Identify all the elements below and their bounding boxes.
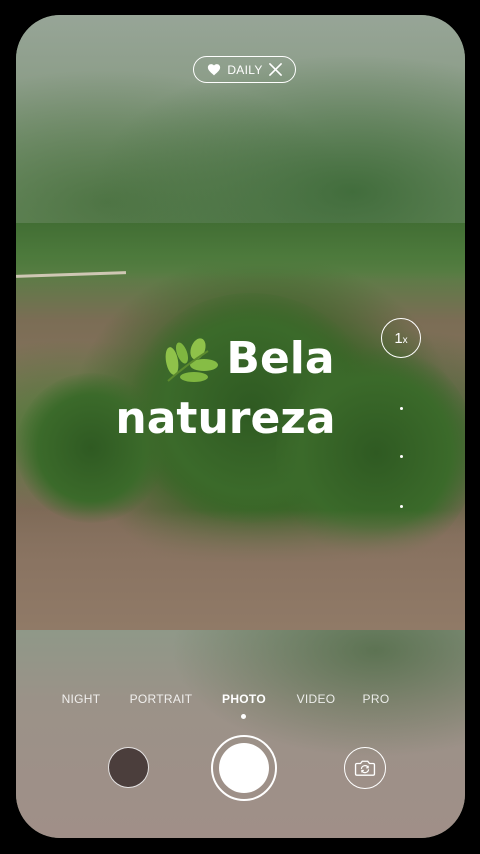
title-line-2: natureza [115, 393, 336, 444]
title-line-1: Bela [226, 333, 335, 384]
zoom-level-dot [400, 455, 403, 458]
daily-label: DAILY [227, 62, 263, 77]
close-icon[interactable] [268, 63, 282, 76]
mode-pro[interactable]: PRO [363, 692, 390, 706]
zoom-level-dot [400, 505, 403, 508]
gallery-thumbnail[interactable] [108, 747, 149, 788]
bottom-preview-blur [16, 630, 465, 838]
active-mode-indicator [241, 714, 246, 719]
camera-mode-selector: NIGHT PORTRAIT PHOTO VIDEO PRO [16, 692, 465, 712]
soil-foreground [16, 510, 465, 630]
camera-screen: DAILY Bela natureza 1 x NIGHT PORTRAIT P… [16, 15, 465, 838]
heart-icon [208, 64, 221, 76]
zoom-value: 1 [394, 329, 403, 347]
mode-video[interactable]: VIDEO [297, 692, 336, 706]
shutter-inner [219, 743, 269, 793]
leaf-icon [166, 338, 219, 382]
mode-photo[interactable]: PHOTO [222, 692, 266, 706]
camera-switch-button[interactable] [344, 747, 386, 789]
grass-background [16, 223, 465, 279]
zoom-level-dot [400, 407, 403, 410]
camera-switch-icon [354, 760, 376, 776]
daily-badge[interactable]: DAILY [193, 56, 296, 83]
shutter-button[interactable] [211, 735, 277, 801]
top-preview-blur [16, 15, 465, 223]
zoom-suffix: x [402, 335, 408, 346]
camera-viewfinder[interactable]: Bela natureza [16, 223, 465, 630]
mode-night[interactable]: NIGHT [62, 692, 101, 706]
zoom-toggle-button[interactable]: 1x [381, 318, 421, 358]
mode-portrait[interactable]: PORTRAIT [130, 692, 193, 706]
